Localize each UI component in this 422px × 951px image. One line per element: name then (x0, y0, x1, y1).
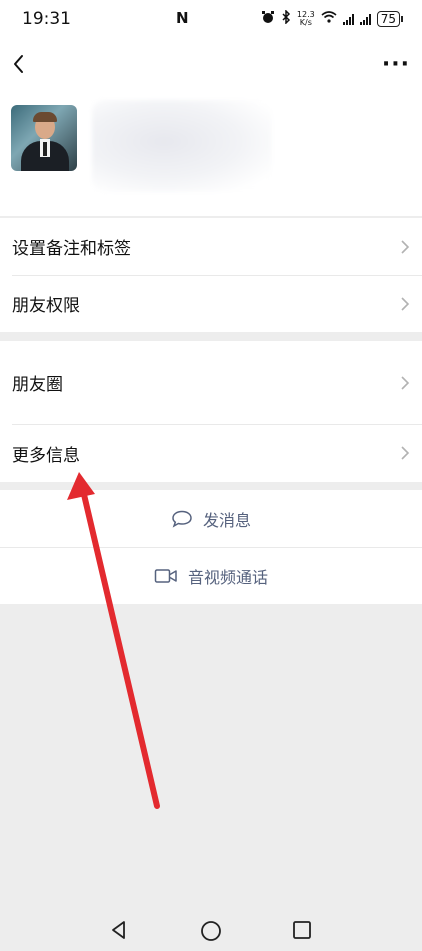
back-triangle-icon[interactable] (109, 920, 129, 940)
battery-icon: 75 (376, 11, 404, 27)
set-remark-and-tags-item[interactable]: 设置备注和标签 (0, 218, 422, 275)
friend-permissions-item[interactable]: 朋友权限 (0, 275, 422, 332)
chat-bubble-icon (171, 510, 193, 528)
signal-icon (359, 13, 371, 25)
chevron-right-icon (401, 446, 410, 460)
chevron-right-icon (401, 239, 410, 254)
avatar[interactable] (11, 105, 77, 171)
chevron-right-icon (401, 375, 410, 390)
settings-group: 设置备注和标签 朋友权限 (0, 218, 422, 332)
system-navbar (0, 910, 422, 951)
nfc-icon: N (176, 9, 189, 27)
more-dots-icon: ··· (381, 52, 410, 77)
video-call-button[interactable]: 音视频通话 (0, 547, 422, 604)
send-message-label: 发消息 (202, 510, 251, 530)
item-label: 朋友权限 (12, 296, 80, 316)
speed-unit: K/s (299, 18, 312, 27)
status-time: 19:31 (22, 9, 71, 29)
more-info-item[interactable]: 更多信息 (0, 424, 422, 482)
profile-header: ··· (0, 38, 422, 216)
status-bar: 19:31 N 12.3 K/s 75 (0, 0, 422, 38)
recents-square-icon[interactable] (292, 920, 312, 940)
video-call-label: 音视频通话 (187, 567, 268, 587)
back-button[interactable] (8, 50, 32, 78)
chevron-left-icon (14, 55, 23, 73)
more-button[interactable]: ··· (382, 52, 410, 77)
item-label: 朋友圈 (12, 375, 63, 395)
item-label: 设置备注和标签 (12, 239, 131, 259)
item-label: 更多信息 (12, 445, 80, 466)
status-icons: 12.3 K/s 75 (261, 9, 404, 28)
info-group: 朋友圈 更多信息 (0, 341, 422, 482)
action-group: 发消息 音视频通话 (0, 490, 422, 604)
moments-item[interactable]: 朋友圈 (0, 341, 422, 424)
bluetooth-icon (281, 9, 291, 28)
network-speed: 12.3 K/s (297, 11, 315, 27)
chevron-right-icon (401, 296, 410, 311)
blurred-profile-info (92, 100, 272, 192)
signal-icon (342, 13, 354, 25)
send-message-button[interactable]: 发消息 (0, 490, 422, 547)
video-camera-icon (154, 568, 178, 584)
home-circle-icon[interactable] (200, 920, 222, 942)
alarm-icon (261, 10, 275, 28)
wifi-icon (321, 11, 337, 27)
